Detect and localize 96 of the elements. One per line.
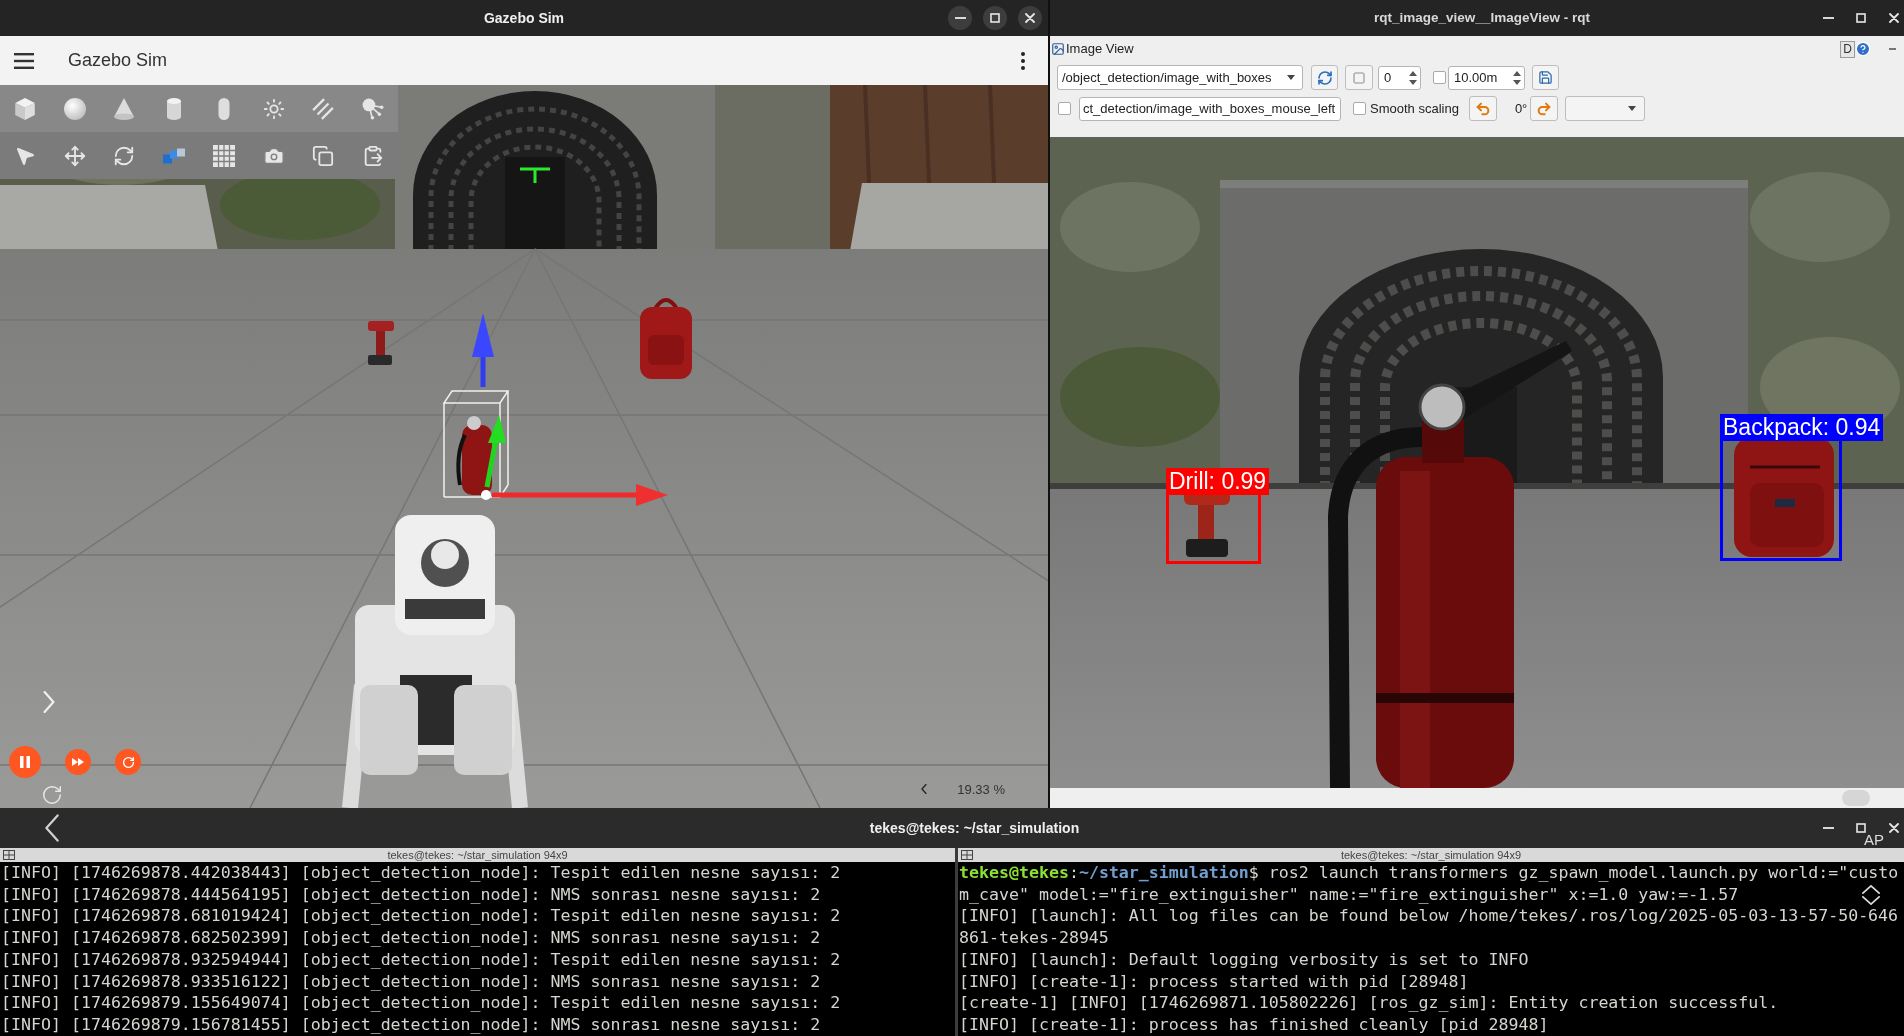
terminal-line: [INFO] [1746269878.681019424] [object_detection_node]: Tespit edilen nesne sayısı: 2 xyxy=(1,905,841,928)
curved-arrow-left-icon xyxy=(1474,100,1491,117)
checkbox-label: Smooth scaling xyxy=(1370,99,1459,118)
fast-forward-icon xyxy=(72,758,84,766)
terminal-line: [INFO] [create-1]: process started with pid [28948] xyxy=(959,970,1469,993)
vertical-axis-arrow[interactable] xyxy=(472,313,494,387)
caret-down-icon xyxy=(1287,75,1295,80)
grid-icon[interactable] xyxy=(3,850,15,860)
cube-icon xyxy=(13,97,36,120)
stepper-arrows-icon[interactable] xyxy=(1409,69,1417,86)
drill xyxy=(368,321,394,365)
window-title: rqt_image_view__ImageView - rqt xyxy=(1374,8,1590,27)
terminal-line: [INFO] [1746269878.682502399] [object_detection_node]: NMS sonrası nesne sayısı: 2 xyxy=(1,927,821,949)
chevron-right-icon[interactable] xyxy=(43,691,55,713)
terminal-line: [INFO] [launch]: All log files can be found below /home/tekes/.ros/log/2025-05-03-13-57-50-646 xyxy=(959,905,1899,928)
scrollbar-thumb[interactable] xyxy=(1842,790,1870,806)
detection-label: Drill: 0.99 xyxy=(1166,468,1270,495)
refresh-icon xyxy=(1316,69,1333,86)
cone-icon xyxy=(113,97,136,120)
terminal-line: [INFO] [1746269878.933516122] [object_detection_node]: NMS sonrası nesne sayısı: 2 xyxy=(1,970,821,993)
close-icon xyxy=(1025,13,1035,23)
terminal-line: m_cave" model:="fire_extinguisher" name:="fire_extinguisher" x:=1.0 yaw:=-1.57 xyxy=(959,883,1739,906)
menu-icon xyxy=(14,52,34,69)
t-marker xyxy=(518,167,552,185)
window-title: tekes@tekes: ~/star_simulation xyxy=(869,818,1080,838)
origin-dot xyxy=(481,490,491,500)
terminal-line: 861-tekes-28945 xyxy=(959,927,1109,949)
dock-button[interactable]: D xyxy=(1840,40,1855,58)
save-image-button[interactable] xyxy=(1532,65,1559,90)
parallel-lines-icon xyxy=(312,97,335,120)
help-icon[interactable] xyxy=(1855,41,1871,57)
terminal-line: [INFO] [1746269878.932594944] [object_detection_node]: Tespit edilen nesne sayısı: 2 xyxy=(1,948,841,971)
grid-icon xyxy=(212,144,235,167)
square-icon xyxy=(1353,71,1365,84)
maximize-icon xyxy=(1856,13,1866,23)
paste-icon xyxy=(362,144,385,167)
image-icon xyxy=(1051,42,1065,56)
pane-title: tekes@tekes: ~/star_simulation 94x9 xyxy=(1340,848,1522,862)
maximize-icon xyxy=(1856,823,1866,833)
terminal-line: [create-1] [INFO] [1746269871.105802226] [ros_gz_sim]: Entity creation successful. xyxy=(959,992,1779,1014)
overlay-label: AP xyxy=(1864,832,1884,848)
terminal-line: [INFO] [create-1]: process has finished cleanly [pid 28948] xyxy=(959,1013,1549,1036)
more-options-icon xyxy=(1021,51,1025,70)
spotlight-icon xyxy=(362,97,385,120)
minimize-icon xyxy=(1822,827,1834,829)
reset-icon[interactable] xyxy=(41,784,63,806)
checkbox[interactable] xyxy=(1353,102,1366,115)
more-options-button[interactable] xyxy=(1018,49,1028,72)
rotate-arrows-icon xyxy=(113,144,136,167)
minimize-button[interactable] xyxy=(948,6,972,30)
checkbox[interactable] xyxy=(1058,102,1071,115)
topic-field[interactable]: ct_detection/image_with_boxes_mouse_left xyxy=(1079,96,1341,121)
detection-label: Backpack: 0.94 xyxy=(1720,414,1884,441)
refresh-button[interactable] xyxy=(1311,65,1338,90)
close-icon xyxy=(1889,823,1899,833)
caret-down-icon xyxy=(1628,106,1637,111)
chevron-left-icon[interactable] xyxy=(921,784,928,795)
percentage-reading: 19.33 % xyxy=(957,780,1005,799)
curved-arrow-right-icon xyxy=(1536,100,1553,117)
slanted-axis-arrow[interactable] xyxy=(484,415,506,488)
copy-icon xyxy=(312,144,335,167)
save-icon xyxy=(1538,70,1553,85)
checkbox[interactable] xyxy=(1433,71,1446,84)
minimize-icon xyxy=(1822,17,1834,19)
terminal-line: [INFO] [1746269879.155649074] [object_detection_node]: Tespit edilen nesne sayısı: 2 xyxy=(1,992,841,1014)
move-arrows-icon xyxy=(63,144,86,167)
app-title: Gazebo Sim xyxy=(68,49,168,72)
stepper-arrows-icon[interactable] xyxy=(1513,69,1521,86)
chevron-down-icon[interactable] xyxy=(1862,896,1880,905)
zoom-reset-button[interactable] xyxy=(1345,65,1373,90)
terminal-line: [INFO] [1746269878.444564195] [object_detection_node]: NMS sonrası nesne sayısı: 2 xyxy=(1,883,821,906)
window-title: Gazebo Sim xyxy=(483,8,565,28)
minimize-icon xyxy=(954,17,966,19)
maximize-icon xyxy=(990,13,1000,23)
terminal-line: [INFO] [1746269878.442038443] [object_detection_node]: Tespit edilen nesne sayısı: 2 xyxy=(1,862,841,884)
terminal-line: [INFO] [launch]: Default logging verbosity is set to INFO xyxy=(959,948,1529,971)
sun-icon xyxy=(262,97,285,120)
dropdown[interactable] xyxy=(1565,96,1646,121)
grid-icon[interactable] xyxy=(961,850,973,860)
pane-title: tekes@tekes: ~/star_simulation 94x9 xyxy=(387,848,568,862)
plugin-title: Image View xyxy=(1066,40,1134,59)
number-spinbox[interactable]: 0 xyxy=(1378,65,1421,90)
close-button[interactable] xyxy=(1018,6,1042,30)
maximize-button[interactable] xyxy=(983,6,1007,30)
rotate-right-button[interactable] xyxy=(1530,96,1559,121)
close-icon xyxy=(1889,13,1899,23)
terminal-line: [INFO] [1746269879.156781455] [object_detection_node]: NMS sonrası nesne sayısı: 2 xyxy=(1,1013,821,1036)
rotation-label: 0° xyxy=(1514,99,1528,118)
rotate-left-button[interactable] xyxy=(1468,96,1497,121)
circular-arrow-icon xyxy=(121,755,135,769)
chevron-up-icon[interactable] xyxy=(1862,885,1880,894)
topic-dropdown[interactable]: /object_detection/image_with_boxes xyxy=(1057,65,1303,90)
terminal-line: tekes@tekes:~/star_simulation$ ros2 launch transformers gz_spawn_model.launch.py world:="custo xyxy=(959,862,1899,884)
range-spinbox[interactable]: 10.00m xyxy=(1448,65,1525,90)
pause-icon xyxy=(20,756,30,768)
sphere-icon xyxy=(63,97,86,120)
